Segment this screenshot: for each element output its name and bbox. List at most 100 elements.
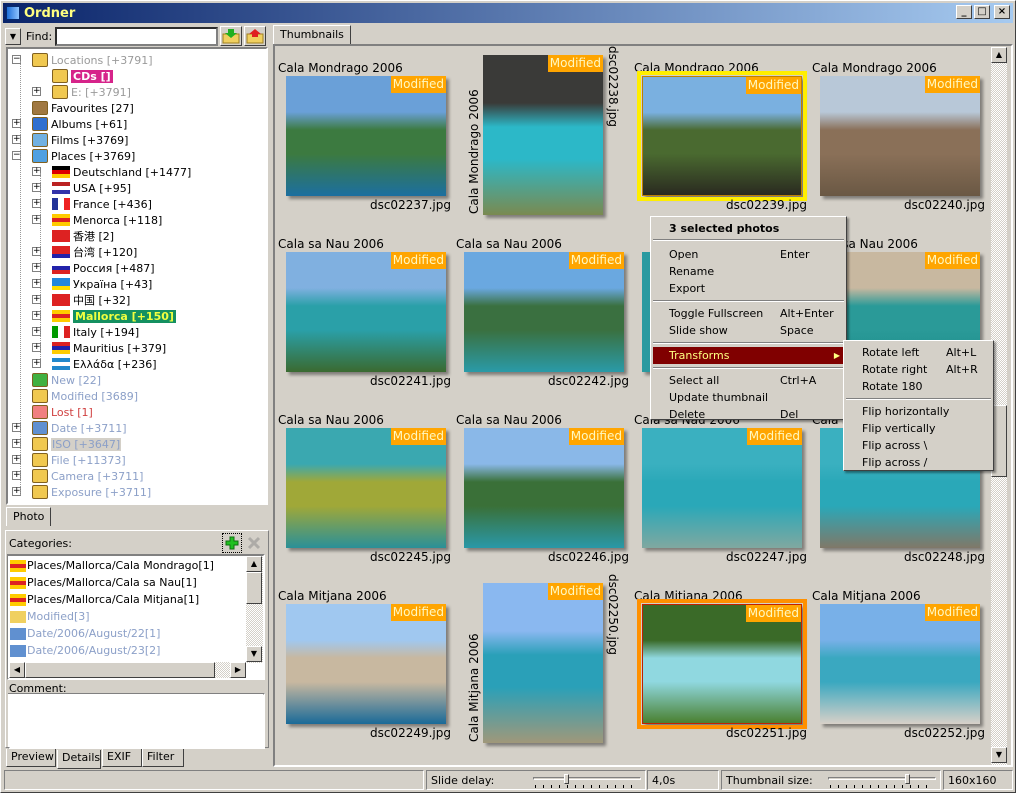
scroll-up-button[interactable]: ▲: [246, 556, 262, 572]
menu-item-flip-horizontally[interactable]: Flip horizontally: [846, 403, 991, 420]
photo-image[interactable]: Modified: [286, 252, 446, 372]
scroll-thumb[interactable]: [246, 572, 262, 604]
menu-item-delete[interactable]: Delete Del: [653, 406, 844, 423]
menu-item-rotate-right[interactable]: Rotate right Alt+R: [846, 361, 991, 378]
menu-item-rename[interactable]: Rename: [653, 263, 844, 280]
menu-item-select-all[interactable]: Select all Ctrl+A: [653, 372, 844, 389]
comment-textarea[interactable]: [8, 694, 263, 747]
close-button[interactable]: ×: [994, 5, 1010, 19]
tab-photo[interactable]: Photo: [6, 507, 52, 526]
tree-node[interactable]: Modified [3689]: [32, 388, 138, 404]
menu-item-slide-show[interactable]: Slide show Space: [653, 322, 844, 339]
menu-item-update-thumbnail[interactable]: Update thumbnail: [653, 389, 844, 406]
thumbnail[interactable]: Cala Mondrago 2006 Modified dsc02239.jpg: [633, 46, 811, 222]
thumb-size-slider[interactable]: [828, 774, 936, 788]
tree-node[interactable]: Ελλάδα [+236]: [52, 356, 157, 372]
categories-list[interactable]: Places/Mallorca/Cala Mondrago[1] Places/M…: [8, 556, 263, 678]
slide-delay-slider[interactable]: [533, 774, 641, 788]
menu-item-rotate-left[interactable]: Rotate left Alt+L: [846, 344, 991, 361]
photo-image[interactable]: Modified: [464, 428, 624, 548]
tree-node[interactable]: 台湾 [+120]: [52, 244, 137, 260]
tree-node[interactable]: 香港 [2]: [52, 228, 114, 244]
tree-node[interactable]: Россия [+487]: [52, 260, 155, 276]
tree-node[interactable]: Films [+3769]: [32, 132, 128, 148]
tree-node[interactable]: Places [+3769]: [32, 148, 135, 164]
photo-image[interactable]: Modified: [464, 252, 624, 372]
tree-node[interactable]: File [+11373]: [32, 452, 126, 468]
slider-thumb[interactable]: [564, 774, 569, 784]
photo-image[interactable]: Modified: [286, 76, 446, 196]
scroll-right-button[interactable]: ▶: [230, 662, 246, 678]
category-item[interactable]: Places/Mallorca/Cala sa Nau[1]: [10, 574, 197, 591]
remove-category-button[interactable]: [244, 533, 264, 553]
scroll-down-button[interactable]: ▼: [246, 646, 262, 662]
tree-node[interactable]: CDs []: [52, 68, 113, 84]
thumbnail[interactable]: Cala sa Nau 2006 Modified dsc02247.jpg: [633, 398, 811, 574]
photo-image[interactable]: Modified: [642, 428, 802, 548]
thumbnail[interactable]: Cala sa Nau 2006 Modified dsc02246.jpg: [455, 398, 633, 574]
hscroll-thumb[interactable]: [25, 662, 215, 678]
menu-item-flip-vertically[interactable]: Flip vertically: [846, 420, 991, 437]
tree-node[interactable]: Date [+3711]: [32, 420, 127, 436]
tree-node[interactable]: Україна [+43]: [52, 276, 152, 292]
menu-item-toggle-fullscreen[interactable]: Toggle Fullscreen Alt+Enter: [653, 305, 844, 322]
expand-icon[interactable]: +: [32, 359, 41, 368]
tree-node[interactable]: USA [+95]: [52, 180, 131, 196]
menu-item-rotate-180[interactable]: Rotate 180: [846, 378, 991, 395]
category-item[interactable]: Places/Mallorca/Cala Mondrago[1]: [10, 557, 214, 574]
categories-vscrollbar[interactable]: ▲ ▼: [246, 556, 263, 663]
tree-node[interactable]: Albums [+61]: [32, 116, 127, 132]
tab-preview[interactable]: Preview: [6, 749, 56, 767]
minimize-button[interactable]: _: [956, 5, 972, 19]
find-dropdown-button[interactable]: ▼: [5, 27, 21, 45]
thumbnail[interactable]: Cala Mitjana 2006 Modified dsc02252.jpg: [811, 574, 989, 750]
tree-node[interactable]: Locations [+3791]: [32, 52, 153, 68]
menu-item-flip-across[interactable]: Flip across /: [846, 454, 991, 471]
category-item[interactable]: Date/2006/August/22[1]: [10, 625, 160, 642]
thumbnail[interactable]: Cala Mondrago 2006 Modified dsc02240.jpg: [811, 46, 989, 222]
tree-node[interactable]: France [+436]: [52, 196, 152, 212]
tab-filter[interactable]: Filter: [142, 749, 184, 767]
thumbnail[interactable]: Cala Mondrago 2006 Modified dsc02237.jpg: [277, 46, 455, 222]
thumbnail[interactable]: Cala sa Nau 2006 Modified dsc02245.jpg: [277, 398, 455, 574]
tree-node[interactable]: Mallorca [+150]: [52, 308, 176, 324]
folder-tree[interactable]: − Locations [+3791] CDs [] + E: [+3791] Favou…: [8, 49, 266, 503]
tree-node[interactable]: Deutschland [+1477]: [52, 164, 191, 180]
photo-image[interactable]: Modified: [820, 76, 980, 196]
tab-details[interactable]: Details: [57, 750, 101, 769]
thumbnail[interactable]: Modified Cala Mondrago 2006 dsc02238.jpg: [455, 46, 633, 222]
scroll-left-button[interactable]: ◀: [9, 662, 25, 678]
tree-node[interactable]: E: [+3791]: [52, 84, 131, 100]
scroll-up-button[interactable]: ▲: [991, 47, 1007, 63]
category-item[interactable]: Date/2006/August/23[2]: [10, 642, 160, 659]
photo-image[interactable]: Modified: [286, 428, 446, 548]
tree-node[interactable]: New [22]: [32, 372, 101, 388]
tree-node[interactable]: Italy [+194]: [52, 324, 139, 340]
slider-thumb[interactable]: [905, 774, 910, 784]
tab-thumbnails[interactable]: Thumbnails: [273, 25, 351, 44]
thumbnail[interactable]: Cala sa Nau 2006 Modified dsc02241.jpg: [277, 222, 455, 398]
menu-item-open[interactable]: Open Enter: [653, 246, 844, 263]
tree-node[interactable]: Mauritius [+379]: [52, 340, 166, 356]
photo-image[interactable]: Modified: [483, 583, 603, 743]
tree-node[interactable]: Lost [1]: [32, 404, 93, 420]
menu-item-export[interactable]: Export: [653, 280, 844, 297]
photo-image[interactable]: Modified: [286, 604, 446, 724]
photo-image[interactable]: Modified: [820, 604, 980, 724]
photo-image[interactable]: Modified: [483, 55, 603, 215]
tree-node[interactable]: Camera [+3711]: [32, 468, 143, 484]
tree-node[interactable]: Menorca [+118]: [52, 212, 162, 228]
expand-icon[interactable]: +: [32, 87, 41, 96]
menu-item-transforms[interactable]: Transforms ▶: [653, 347, 844, 364]
find-input[interactable]: [55, 26, 219, 46]
maximize-button[interactable]: □: [974, 5, 990, 19]
tree-node[interactable]: ISO [+3647]: [32, 436, 122, 452]
thumbnail[interactable]: Cala sa Nau 2006 Modified dsc02242.jpg: [455, 222, 633, 398]
photo-image[interactable]: Modified: [637, 71, 807, 201]
add-category-button[interactable]: [222, 533, 242, 553]
tree-node[interactable]: 中国 [+32]: [52, 292, 130, 308]
tree-node[interactable]: Favourites [27]: [32, 100, 134, 116]
tab-exif[interactable]: EXIF: [102, 749, 142, 767]
categories-hscrollbar[interactable]: ◀ ▶: [9, 662, 246, 678]
category-item[interactable]: Modified[3]: [10, 608, 90, 625]
